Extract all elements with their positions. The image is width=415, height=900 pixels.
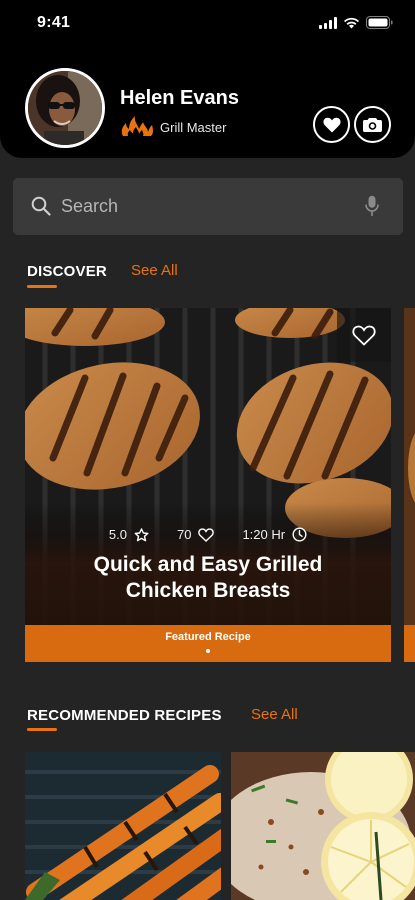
next-recipe-card-peek[interactable] xyxy=(404,308,415,662)
status-time: 9:41 xyxy=(37,14,71,31)
wifi-icon xyxy=(344,17,359,28)
heart-icon xyxy=(352,325,376,346)
camera-icon xyxy=(363,118,382,132)
recommended-recipe-card[interactable] xyxy=(25,752,221,900)
user-name: Helen Evans xyxy=(120,87,239,109)
search-icon xyxy=(31,196,51,216)
cook-duration: 1:20 Hr xyxy=(242,527,286,542)
flame-icon xyxy=(121,116,153,136)
recommended-recipe-image xyxy=(25,752,221,900)
status-bar: 9:41 xyxy=(0,0,415,48)
camera-button[interactable] xyxy=(354,106,391,143)
microphone-icon[interactable] xyxy=(365,195,379,217)
rating-value: 5.0 xyxy=(108,527,127,542)
search-bar xyxy=(13,178,403,235)
recommended-recipe-card[interactable] xyxy=(231,752,415,900)
recommended-recipe-image xyxy=(231,752,415,900)
recommended-underline xyxy=(27,728,57,731)
likes-count: 70 xyxy=(176,527,192,542)
discover-see-all-link[interactable]: See All xyxy=(131,262,178,279)
featured-recipe-label: Featured Recipe xyxy=(165,631,251,643)
clock-icon xyxy=(292,527,307,542)
star-icon xyxy=(134,527,149,541)
featured-recipe-title[interactable]: Quick and Easy Grilled Chicken Breasts xyxy=(25,552,391,604)
favorites-button[interactable] xyxy=(313,106,350,143)
user-title: Grill Master xyxy=(160,120,227,135)
carousel-indicator-dot[interactable] xyxy=(206,649,210,653)
heart-icon xyxy=(198,527,215,542)
profile-header: Helen Evans Grill Master xyxy=(0,48,415,158)
signal-icon xyxy=(319,16,337,29)
heart-icon xyxy=(322,117,341,132)
status-icons xyxy=(319,16,393,29)
search-input[interactable] xyxy=(61,178,351,235)
featured-recipe-meta: 5.0 70 1:20 Hr xyxy=(25,527,391,542)
battery-icon xyxy=(366,16,393,29)
recommended-heading: RECOMMENDED RECIPES xyxy=(27,707,222,724)
avatar[interactable] xyxy=(25,68,105,148)
recommended-see-all-link[interactable]: See All xyxy=(251,706,298,723)
featured-recipe-banner: Featured Recipe xyxy=(25,625,391,662)
discover-heading: DISCOVER xyxy=(27,263,107,280)
featured-recipe-favorite-button[interactable] xyxy=(337,308,391,362)
discover-underline xyxy=(27,285,57,288)
